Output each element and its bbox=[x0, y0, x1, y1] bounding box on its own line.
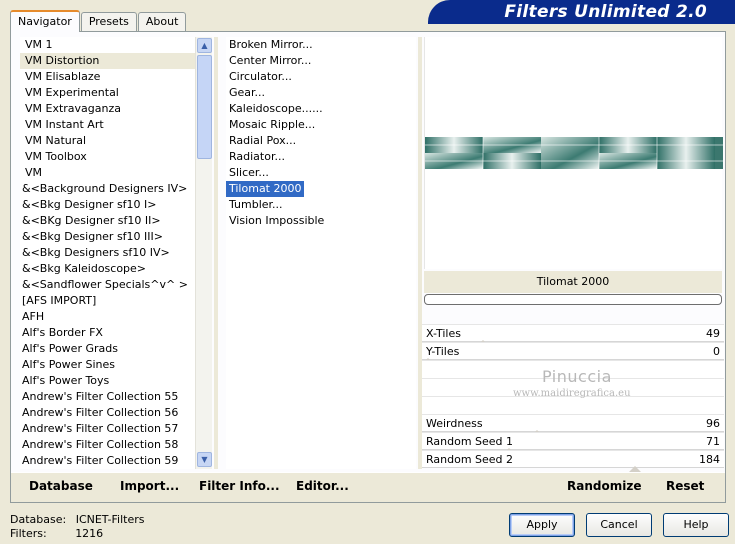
import-button[interactable]: Import... bbox=[120, 479, 179, 493]
param-value: 96 bbox=[706, 417, 720, 430]
param-label: Weirdness bbox=[426, 417, 483, 430]
category-item[interactable]: &<Bkg Designers sf10 IV> bbox=[20, 245, 196, 261]
tab-navigator[interactable]: Navigator bbox=[10, 10, 80, 32]
scroll-up-icon[interactable]: ▲ bbox=[197, 38, 212, 53]
help-button[interactable]: Help bbox=[663, 513, 729, 537]
status-filters-label: Filters: bbox=[10, 527, 47, 540]
slider-track[interactable] bbox=[422, 467, 724, 468]
database-button[interactable]: Database bbox=[29, 479, 93, 493]
category-item[interactable]: Andrew's Filter Collection 58 bbox=[20, 437, 196, 453]
title-banner: Filters Unlimited 2.0 bbox=[428, 0, 735, 24]
category-item[interactable]: Alf's Power Grads bbox=[20, 341, 196, 357]
filter-item[interactable]: Slicer... bbox=[226, 165, 416, 181]
preview-image bbox=[425, 137, 723, 169]
category-item[interactable]: VM Toolbox bbox=[20, 149, 196, 165]
status-database-value: ICNET-Filters bbox=[75, 513, 145, 526]
category-item[interactable]: Andrew's Filter Collection 57 bbox=[20, 421, 196, 437]
category-item[interactable]: &<Bkg Designer sf10 III> bbox=[20, 229, 196, 245]
watermark-url: www.maidiregrafica.eu bbox=[513, 388, 631, 399]
category-item[interactable]: &<Background Designers IV> bbox=[20, 181, 196, 197]
scroll-down-icon[interactable]: ▼ bbox=[197, 452, 212, 467]
list-divider bbox=[214, 37, 218, 469]
filter-item[interactable]: Circulator... bbox=[226, 69, 416, 85]
randomize-button[interactable]: Randomize bbox=[567, 479, 641, 493]
progress-bar bbox=[424, 294, 722, 305]
filter-item[interactable]: Kaleidoscope...... bbox=[226, 101, 416, 117]
category-item[interactable]: Andrew's Filter Collection 55 bbox=[20, 389, 196, 405]
category-item[interactable]: VM Elisablaze bbox=[20, 69, 196, 85]
cancel-button[interactable]: Cancel bbox=[586, 513, 652, 537]
param-row-weirdness[interactable]: Weirdness 96 bbox=[422, 414, 724, 436]
current-filter-name: Tilomat 2000 bbox=[424, 271, 722, 293]
slider-thumb[interactable] bbox=[629, 462, 642, 472]
filter-item[interactable]: Broken Mirror... bbox=[226, 37, 416, 53]
status-filters-value: 1216 bbox=[75, 527, 104, 540]
tab-about[interactable]: About bbox=[137, 12, 187, 32]
param-row-y-tiles[interactable]: Y-Tiles 0 bbox=[422, 342, 724, 364]
category-item[interactable]: VM Instant Art bbox=[20, 117, 196, 133]
app-title: Filters Unlimited 2.0 bbox=[504, 2, 707, 22]
filter-list[interactable]: Broken Mirror... Center Mirror... Circulat… bbox=[226, 37, 416, 469]
apply-button[interactable]: Apply bbox=[509, 513, 575, 537]
category-scrollbar[interactable]: ▲ ▼ bbox=[195, 37, 212, 469]
category-item[interactable]: &<Sandflower Specials^v^ > bbox=[20, 277, 196, 293]
scroll-thumb[interactable] bbox=[197, 55, 212, 159]
status-filters: Filters: 1216 bbox=[10, 527, 103, 540]
tab-presets[interactable]: Presets bbox=[80, 12, 137, 32]
param-row-x-tiles[interactable]: X-Tiles 49 bbox=[422, 324, 724, 346]
param-value: 71 bbox=[706, 435, 720, 448]
filter-item[interactable]: Tumbler... bbox=[226, 197, 416, 213]
param-row-random-seed-1[interactable]: Random Seed 1 71 bbox=[422, 432, 724, 454]
tab-bar: Navigator Presets About bbox=[10, 10, 187, 32]
category-list[interactable]: VM 1 VM Distortion VM Elisablaze VM Experim… bbox=[20, 37, 196, 469]
category-item[interactable]: &<BKg Designer sf10 II> bbox=[20, 213, 196, 229]
category-item[interactable]: &<Bkg Kaleidoscope> bbox=[20, 261, 196, 277]
filter-item[interactable]: Mosaic Ripple... bbox=[226, 117, 416, 133]
filter-item[interactable]: Tilomat 2000 bbox=[226, 181, 305, 197]
status-database-label: Database: bbox=[10, 513, 67, 526]
reset-button[interactable]: Reset bbox=[666, 479, 704, 493]
param-label: X-Tiles bbox=[426, 327, 461, 340]
category-item[interactable]: VM Experimental bbox=[20, 85, 196, 101]
param-row-random-seed-2[interactable]: Random Seed 2 184 bbox=[422, 450, 724, 472]
category-item[interactable]: VM Distortion bbox=[20, 53, 196, 69]
category-item[interactable]: Andrew's Filter Collection 56 bbox=[20, 405, 196, 421]
param-value: 49 bbox=[706, 327, 720, 340]
category-item[interactable]: &<Bkg Designer sf10 I> bbox=[20, 197, 196, 213]
category-item[interactable]: [AFS IMPORT] bbox=[20, 293, 196, 309]
preview-area bbox=[424, 37, 723, 269]
filter-item[interactable]: Radial Pox... bbox=[226, 133, 416, 149]
category-item[interactable]: Alf's Power Sines bbox=[20, 357, 196, 373]
param-value: 0 bbox=[713, 345, 720, 358]
filter-item[interactable]: Gear... bbox=[226, 85, 416, 101]
param-label: Random Seed 2 bbox=[426, 453, 514, 466]
filter-item[interactable]: Radiator... bbox=[226, 149, 416, 165]
category-item[interactable]: VM Natural bbox=[20, 133, 196, 149]
filter-info-button[interactable]: Filter Info... bbox=[199, 479, 280, 493]
filter-item[interactable]: Center Mirror... bbox=[226, 53, 416, 69]
category-item[interactable]: Andrew's Filter Collection 59 bbox=[20, 453, 196, 469]
status-database: Database: ICNET-Filters bbox=[10, 513, 144, 526]
param-value: 184 bbox=[699, 453, 720, 466]
watermark-name: Pinuccia bbox=[542, 367, 612, 386]
category-item[interactable]: Alf's Power Toys bbox=[20, 373, 196, 389]
editor-button[interactable]: Editor... bbox=[296, 479, 349, 493]
category-item[interactable]: VM bbox=[20, 165, 196, 181]
category-item[interactable]: Alf's Border FX bbox=[20, 325, 196, 341]
category-item[interactable]: AFH bbox=[20, 309, 196, 325]
filter-item[interactable]: Vision Impossible bbox=[226, 213, 416, 229]
param-label: Random Seed 1 bbox=[426, 435, 514, 448]
category-item[interactable]: VM 1 bbox=[20, 37, 196, 53]
category-item[interactable]: VM Extravaganza bbox=[20, 101, 196, 117]
